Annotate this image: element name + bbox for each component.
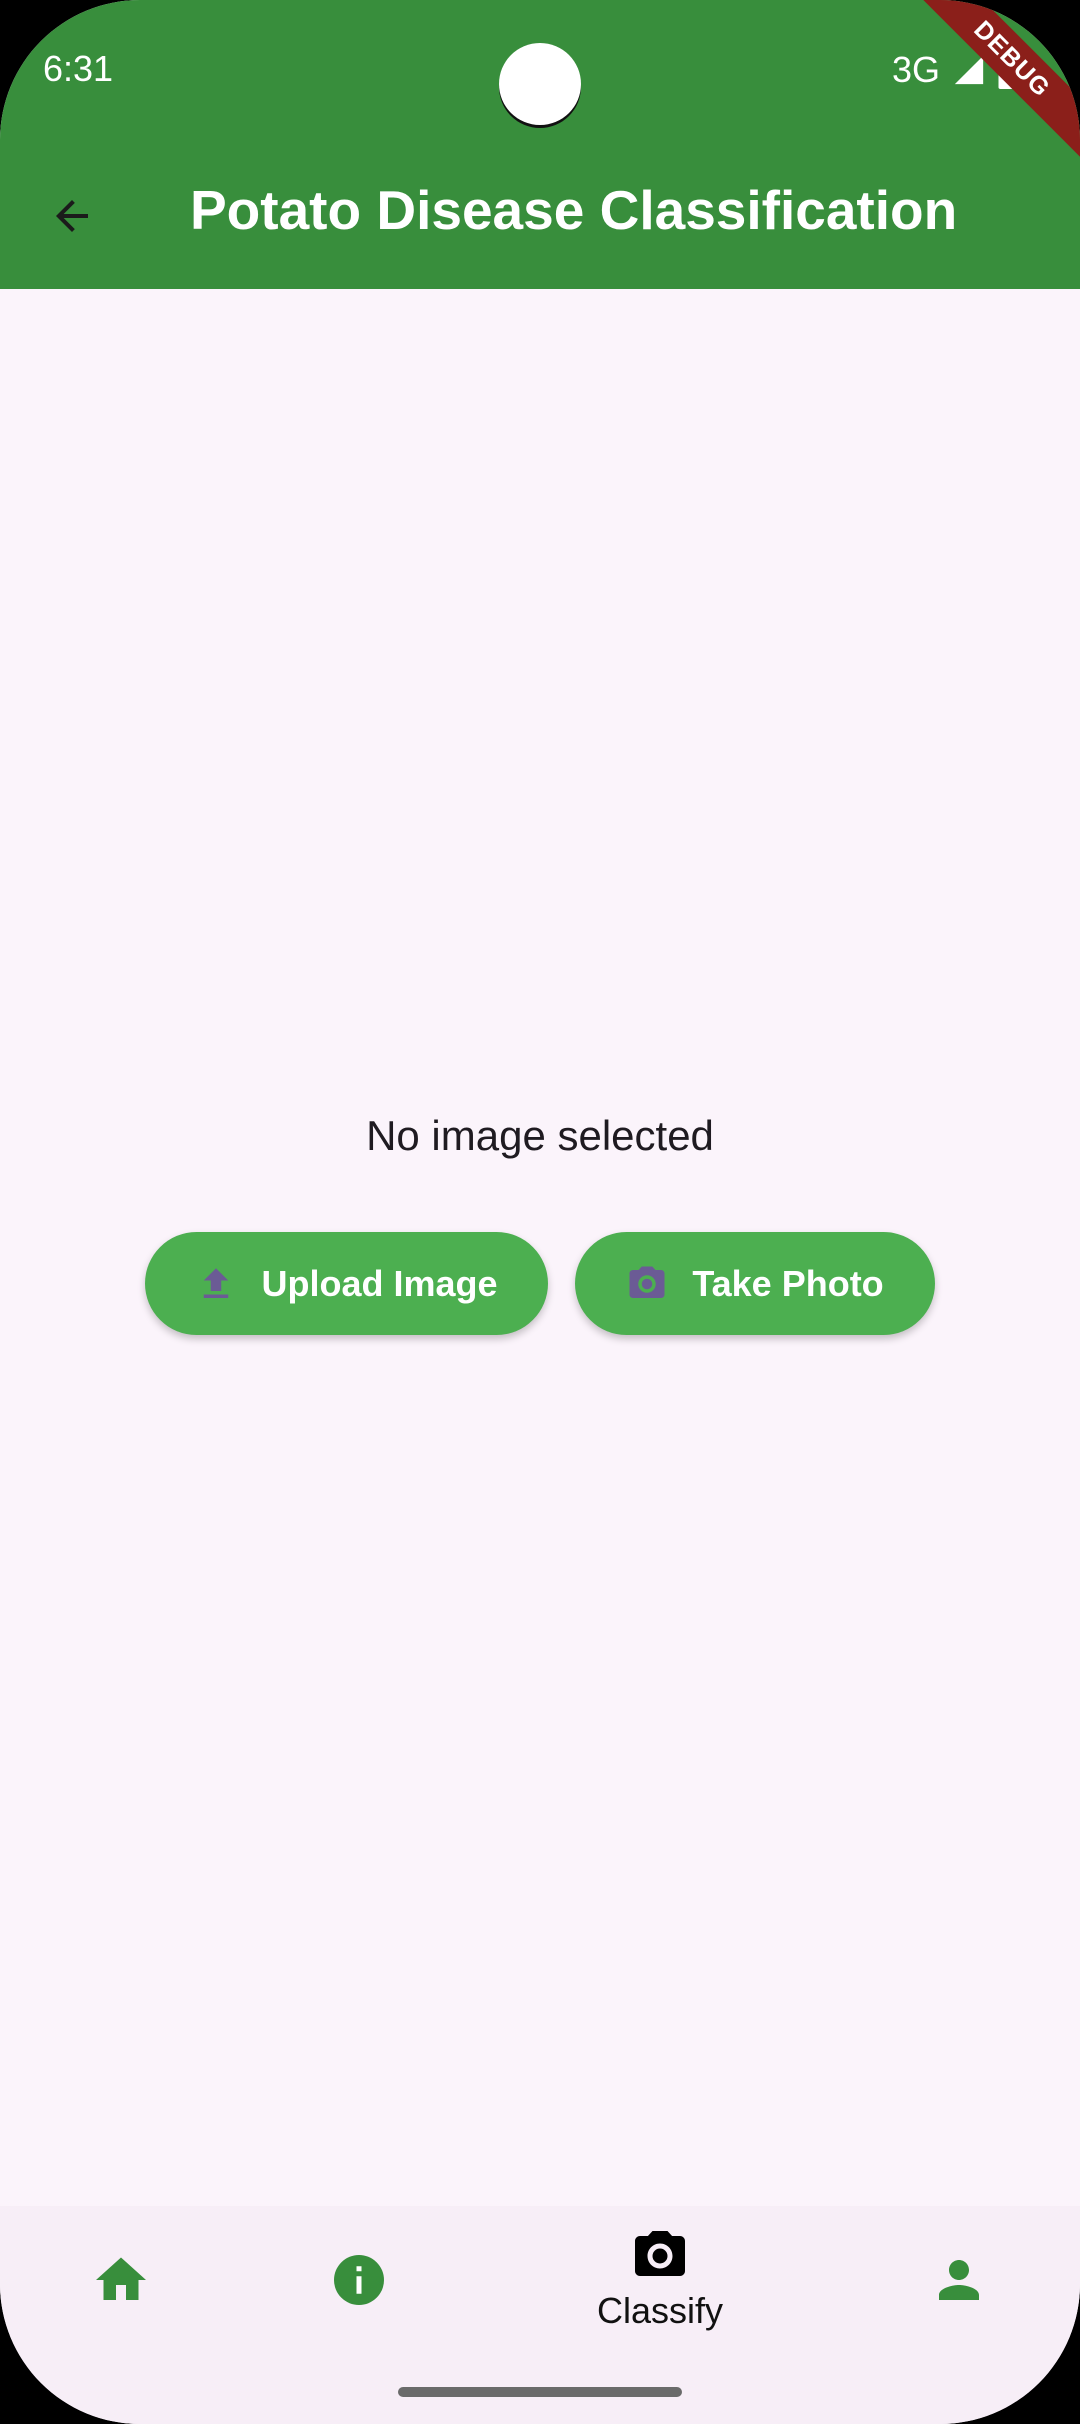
nav-item-info[interactable] — [316, 2250, 402, 2310]
empty-state-text: No image selected — [366, 1112, 714, 1159]
nav-classify-label: Classify — [596, 2290, 724, 2331]
info-icon — [334, 2255, 384, 2305]
page-title: Potato Disease Classification — [190, 179, 958, 241]
camera-icon — [629, 1266, 665, 1298]
take-photo-button[interactable]: Take Photo — [575, 1232, 935, 1335]
network-type: 3G — [891, 49, 940, 90]
nav-item-profile[interactable] — [916, 2250, 1002, 2310]
front-camera — [499, 43, 581, 125]
upload-icon — [204, 1267, 229, 1298]
app-bar: 6:31 3G DEBUG Potato Disease Classificat… — [0, 0, 1080, 289]
nav-item-classify[interactable]: Classify — [560, 2226, 760, 2332]
upload-image-button[interactable]: Upload Image — [145, 1232, 548, 1335]
arrow-back-icon — [56, 200, 88, 232]
status-time: 6:31 — [43, 48, 114, 89]
upload-image-label: Upload Image — [261, 1262, 498, 1304]
home-icon — [96, 2257, 146, 2300]
nav-item-home[interactable] — [78, 2250, 164, 2310]
camera-icon — [635, 2231, 685, 2276]
phone-screen: 6:31 3G DEBUG Potato Disease Classificat… — [0, 0, 1080, 2424]
take-photo-label: Take Photo — [692, 1262, 884, 1304]
back-button[interactable] — [36, 180, 108, 252]
home-indicator[interactable] — [398, 2387, 682, 2397]
person-icon — [939, 2260, 979, 2300]
